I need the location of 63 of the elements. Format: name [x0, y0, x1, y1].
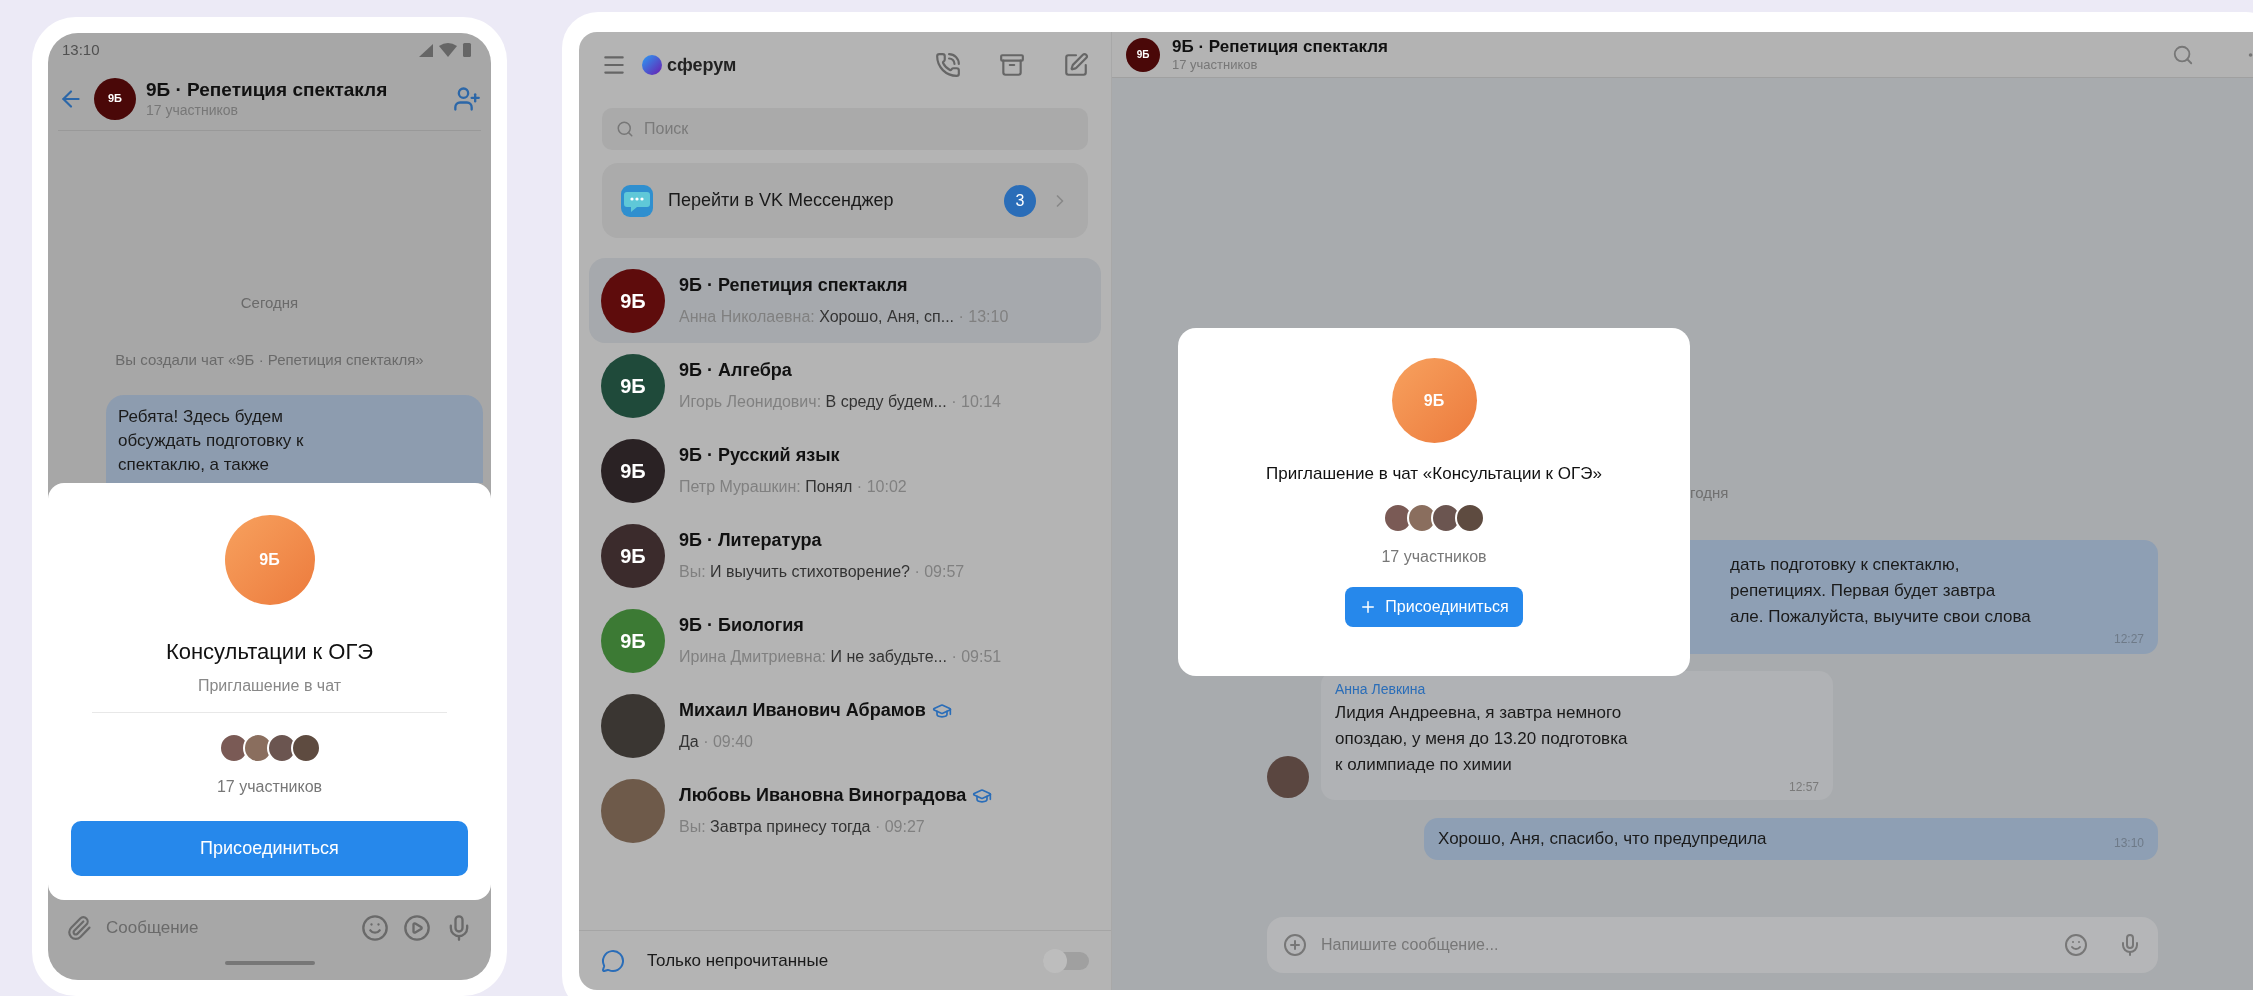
join-button[interactable]: Присоединиться: [71, 821, 468, 876]
message-line: обсуждать подготовку к: [118, 430, 305, 452]
chat-title: 9Б · Русский язык: [679, 444, 840, 467]
banner-label: Перейти в VK Мессенджер: [668, 189, 895, 212]
filter-label: Только непрочитанные: [647, 949, 830, 972]
chat-title: 9Б · Репетиция спектакля: [679, 274, 908, 297]
group-avatar: 9Б: [1391, 358, 1477, 443]
join-button[interactable]: Присоединиться: [1345, 586, 1523, 627]
chat-bubble-icon: [601, 948, 625, 973]
date-label: Сегодня: [240, 293, 299, 313]
chat-title: 9Б · Алгебра: [679, 359, 792, 382]
invite-title: Приглашение в чат «Консультации к ОГЭ»: [1266, 463, 1602, 485]
chat-avatar: 9Б: [601, 523, 665, 588]
add-icon[interactable]: [1283, 933, 1307, 957]
chat-title: 9Б · Биология: [679, 614, 804, 637]
logo-icon: [641, 54, 663, 76]
play-icon[interactable]: [403, 913, 431, 942]
chat-title: 9Б · Репетиция спектакля: [1172, 35, 1388, 57]
message-line: спектаклю, а также: [118, 454, 271, 476]
archive-icon[interactable]: [999, 52, 1025, 78]
messenger-icon: [620, 183, 654, 218]
emoji-icon[interactable]: [2064, 933, 2088, 957]
message-line: дать подготовку к спектаклю,: [1730, 554, 1961, 576]
chat-title: 9Б · Репетиция спектакля: [146, 77, 389, 102]
message-line: к олимпиаде по химии: [1335, 754, 1513, 776]
messenger-banner[interactable]: Перейти в VK Мессенджер 3: [602, 163, 1088, 238]
chat-avatar: 9Б: [601, 438, 665, 503]
avatar-photo: [1267, 756, 1309, 798]
add-member-icon[interactable]: [453, 84, 481, 113]
member-count: 17 участников: [216, 777, 323, 797]
message-line: але. Пожалуйста, выучите свои слова: [1730, 606, 2032, 628]
chat-title: Любовь Ивановна Виноградова: [679, 784, 967, 807]
member-count: 17 участников: [1381, 546, 1487, 567]
message-author: Анна Левкина: [1335, 680, 1427, 699]
logo-text: сферум: [667, 53, 737, 77]
chat-avatar: 9Б: [601, 608, 665, 673]
chat-subtitle: 17 участников: [1172, 57, 1259, 74]
message-time: 12:57: [1788, 779, 1819, 796]
message-line: Лидия Андреевна, я завтра немного: [1335, 702, 1623, 724]
chat-title: Михаил Иванович Абрамов: [679, 699, 926, 722]
chat-avatar: 9Б: [601, 268, 665, 333]
message-line: опоздаю, у меня до 13.20 подготовка: [1335, 728, 1629, 750]
message-line: репетициях. Первая будет завтра: [1730, 580, 1997, 602]
emoji-icon[interactable]: [361, 913, 389, 942]
toggle-switch[interactable]: [1043, 951, 1089, 970]
call-icon[interactable]: [935, 52, 961, 78]
invite-subtitle: Приглашение в чат: [197, 676, 342, 696]
compose-icon[interactable]: [1063, 52, 1089, 78]
attach-icon[interactable]: [66, 914, 92, 941]
search-icon[interactable]: [2172, 43, 2194, 66]
chat-title: 9Б · Литература: [679, 529, 822, 552]
message-line: Хорошо, Аня, спасибо, что предупредила: [1438, 828, 1767, 850]
chat-avatar: 9Б: [94, 77, 136, 120]
status-time: 13:10: [62, 39, 100, 60]
invite-title: Консультации к ОГЭ: [165, 638, 374, 666]
search-icon: [616, 120, 634, 138]
unread-badge: 3: [1004, 184, 1036, 217]
message-line: Ребята! Здесь будем: [118, 406, 284, 428]
group-avatar: 9Б: [224, 515, 315, 605]
system-message: Вы создали чат «9Б · Репетиция спектакля»: [115, 349, 424, 370]
chat-avatar: 9Б: [1126, 37, 1160, 72]
date-label: годня: [1690, 482, 1730, 503]
chat-avatar: 9Б: [601, 353, 665, 418]
